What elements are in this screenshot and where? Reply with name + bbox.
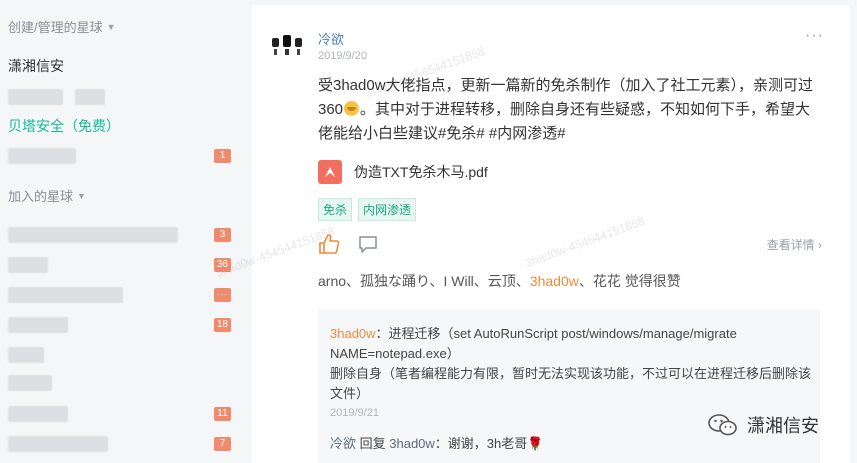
- reply-target[interactable]: 3had0w: [389, 436, 435, 451]
- sidebar-item-blurred[interactable]: 18: [8, 314, 231, 336]
- unread-badge: 1: [214, 149, 231, 163]
- joined-groups-header[interactable]: 加入的星球 ▼: [8, 186, 86, 205]
- blurred-label: [8, 257, 48, 273]
- sidebar: 创建/管理的星球 ▼ 潇湘信安 贝塔安全（免费） 1 加入的星球 ▼ 3 36 …: [0, 0, 245, 463]
- view-details-label: 查看详情: [766, 238, 815, 252]
- likes-suffix: 、花花 觉得很赞: [578, 273, 681, 289]
- post-text-part2: 。其中对于进程转移，删除自身还有些疑惑，不知如何下手，希望大佬能给小白些建议#免…: [318, 101, 811, 142]
- sidebar-item-blurred[interactable]: [8, 344, 231, 366]
- thumbs-up-icon[interactable]: [318, 233, 340, 255]
- post-author[interactable]: 冷欲: [318, 29, 344, 48]
- comment-text: ：进程迁移（set AutoRunScript post/windows/man…: [330, 326, 812, 401]
- post-body: 受3had0w大佬指点，更新一篇新的免杀制作（加入了社工元素），亲测可过360。…: [318, 74, 823, 146]
- pdf-file-icon: [318, 160, 342, 184]
- rose-emoji-icon: 🌹: [527, 436, 544, 451]
- attachment-filename: 伪造TXT免杀木马.pdf: [354, 164, 488, 180]
- view-details-link[interactable]: 查看详情 ›: [767, 236, 822, 253]
- sidebar-item-blurred[interactable]: [8, 86, 231, 108]
- unread-badge: 11: [214, 407, 231, 421]
- tag-neiwang[interactable]: 内网渗透: [358, 198, 417, 221]
- sidebar-item-xiaoxiang[interactable]: 潇湘信安: [8, 55, 231, 77]
- blurred-label: [8, 375, 52, 391]
- reply-word: 回复: [356, 436, 390, 451]
- comment-author[interactable]: 冷欲: [330, 436, 356, 451]
- sidebar-item-blurred[interactable]: 3: [8, 224, 231, 246]
- unread-badge: 3: [214, 228, 231, 242]
- joined-groups-header-label: 加入的星球: [8, 189, 74, 204]
- blurred-label: [8, 287, 123, 303]
- post-card: 3had0w-454544151858 3had0w-454544151858 …: [213, 5, 850, 463]
- comment-author[interactable]: 3had0w: [330, 326, 376, 341]
- blurred-label: [8, 347, 44, 363]
- more-options-button[interactable]: ···: [805, 27, 824, 45]
- chevron-down-icon: ▼: [77, 190, 86, 201]
- comments-section: 3had0w：进程迁移（set AutoRunScript post/windo…: [318, 310, 820, 463]
- comment-text: ：谢谢，3h老哥: [434, 436, 528, 451]
- sidebar-item-label: 潇湘信安: [8, 58, 64, 74]
- sidebar-item-blurred[interactable]: ···: [8, 284, 231, 306]
- grinning-emoji-icon: [344, 101, 360, 116]
- blurred-label: [8, 406, 68, 422]
- post-date: 2019/9/20: [318, 50, 367, 62]
- comment-date: 2019/9/21: [330, 407, 379, 419]
- chevron-right-icon: ›: [818, 238, 822, 252]
- sidebar-item-label: 贝塔安全（免费）: [8, 118, 120, 134]
- likes-list: arno、孤独な踊り、I Will、云顶、3had0w、花花 觉得很赞: [318, 271, 681, 291]
- brand-watermark: 潇湘信安: [707, 412, 819, 438]
- blurred-label: [8, 148, 76, 164]
- sidebar-item-blurred[interactable]: 7: [8, 433, 231, 455]
- brand-watermark-text: 潇湘信安: [747, 416, 819, 436]
- comment-icon[interactable]: [358, 234, 378, 254]
- wechat-icon: [708, 414, 737, 436]
- chevron-down-icon: ▼: [106, 21, 116, 32]
- blurred-label: [8, 436, 108, 452]
- sidebar-item-beita[interactable]: 贝塔安全（免费）: [8, 115, 231, 137]
- blurred-label: [8, 317, 68, 333]
- tag-mianshai[interactable]: 免杀: [318, 198, 353, 221]
- created-groups-header[interactable]: 创建/管理的星球 ▼: [8, 17, 116, 36]
- likes-names: arno、孤独な踊り、I Will、云顶、: [318, 273, 530, 289]
- post-tags: 免杀 内网渗透: [318, 198, 417, 221]
- unread-badge: 18: [213, 318, 231, 332]
- blurred-label: [75, 89, 105, 105]
- comment-item: 3had0w：进程迁移（set AutoRunScript post/windo…: [330, 324, 815, 404]
- sidebar-item-blurred[interactable]: 11: [8, 403, 231, 425]
- unread-badge: 7: [214, 437, 231, 451]
- blurred-label: [8, 89, 63, 105]
- attachment-file[interactable]: 伪造TXT免杀木马.pdf: [318, 160, 488, 184]
- sidebar-item-blurred[interactable]: [8, 372, 231, 394]
- sidebar-item-blurred[interactable]: 1: [8, 145, 231, 167]
- created-groups-header-label: 创建/管理的星球: [8, 20, 103, 35]
- blurred-label: [8, 227, 178, 243]
- likes-highlight-name[interactable]: 3had0w: [530, 273, 579, 289]
- unread-badge: 36: [213, 258, 231, 272]
- unread-badge: ···: [214, 288, 231, 302]
- author-avatar[interactable]: [272, 33, 302, 55]
- trace-watermark: 3had0w-454544151858: [523, 213, 647, 271]
- sidebar-item-blurred[interactable]: 36: [8, 254, 231, 276]
